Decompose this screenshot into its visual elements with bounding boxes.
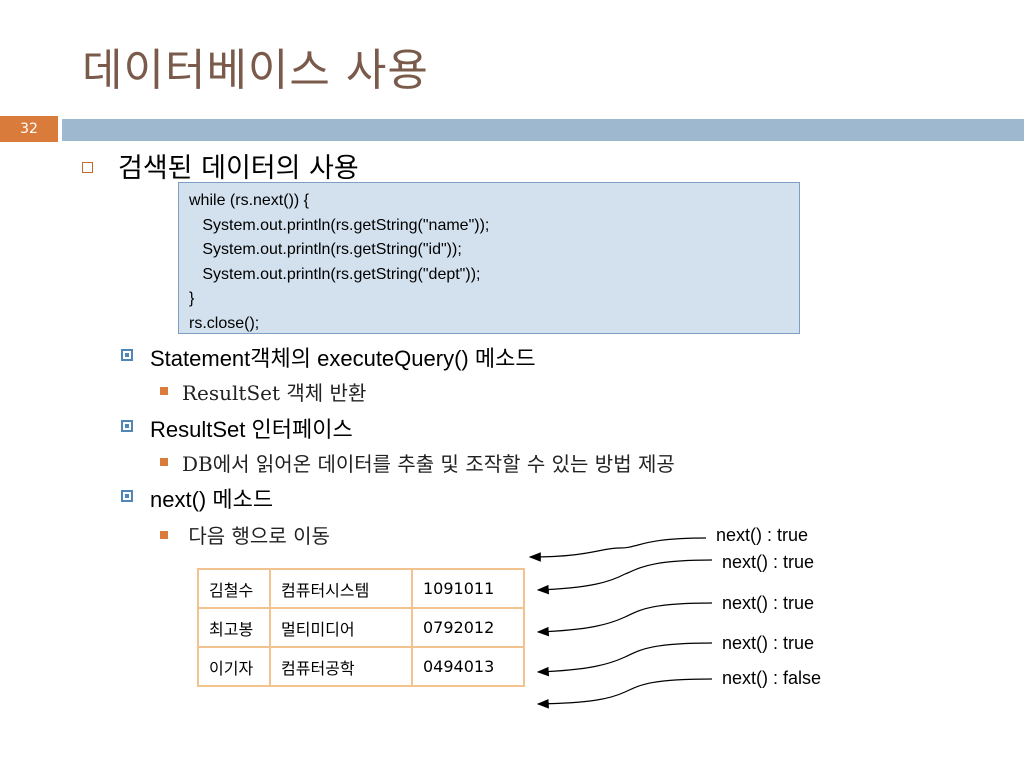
next-label: next() : true [716, 525, 809, 545]
next-label: next() : false [722, 668, 822, 688]
next-label: next() : true [722, 633, 815, 653]
arrow-connector [536, 642, 713, 677]
arrow-connector [536, 559, 713, 595]
arrow-connector [528, 537, 707, 562]
next-label: next() : true [722, 552, 815, 572]
next-label: next() : true [722, 593, 815, 613]
cursor-arrows [528, 537, 713, 709]
arrow-connector [536, 602, 713, 637]
arrow-connector [536, 678, 713, 709]
